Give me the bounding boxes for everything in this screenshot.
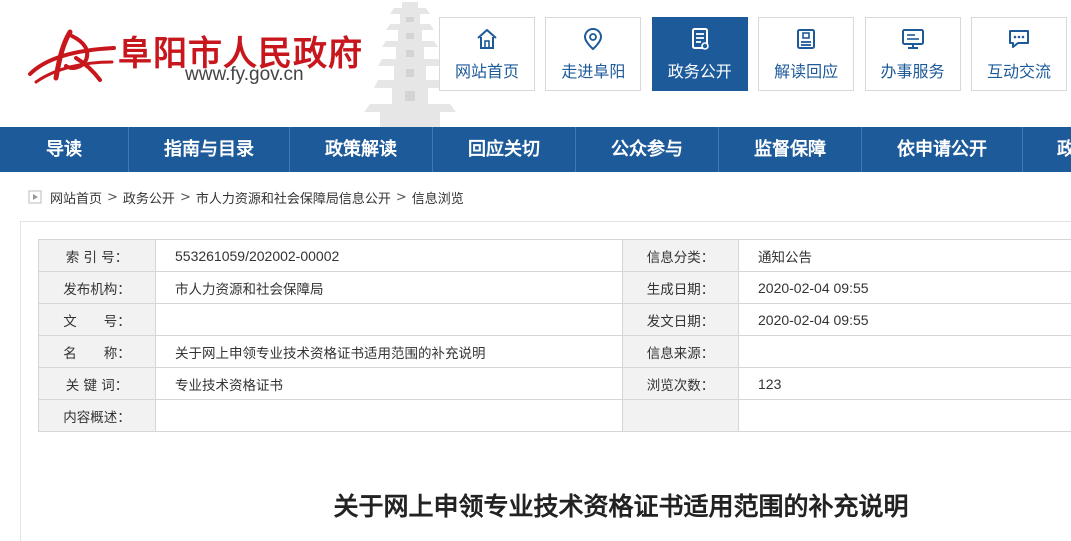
breadcrumb-separator: > (395, 189, 407, 205)
name-value: 关于网上申领专业技术资格证书适用范围的补充说明 (155, 335, 623, 368)
issued-date-label: 发文日期： (622, 303, 739, 336)
mainnav-policy-interpretation[interactable]: 政策解读 (290, 127, 432, 172)
topnav-about-label: 走进阜阳 (561, 62, 626, 81)
breadcrumb-gov-affairs[interactable]: 政务公开 (123, 188, 175, 207)
mainnav-on-request[interactable]: 依申请公开 (862, 127, 1022, 172)
document-list-icon (687, 26, 713, 52)
mainnav-supervision[interactable]: 监督保障 (719, 127, 861, 172)
document-number-label: 文 号： (38, 303, 156, 336)
site-url: www.fy.gov.cn (185, 64, 304, 85)
category-label: 信息分类： (622, 239, 739, 272)
topnav-interaction-label: 互动交流 (986, 62, 1051, 81)
table-row: 关 键 词： 专业技术资格证书 浏览次数： 123 (38, 367, 1071, 400)
mainnav-response[interactable]: 回应关切 (433, 127, 575, 172)
index-number-label: 索 引 号： (38, 239, 156, 272)
chat-bubble-icon (1006, 26, 1032, 52)
mainnav-overflow-item[interactable]: 政 (1027, 127, 1071, 172)
issued-date-value: 2020-02-04 09:55 (738, 303, 1071, 336)
keywords-value: 专业技术资格证书 (155, 367, 623, 400)
mainnav-directory[interactable]: 指南与目录 (129, 127, 289, 172)
topnav-home-label: 网站首页 (454, 62, 519, 81)
topnav-interpretation-label: 解读回应 (774, 62, 839, 81)
mainnav-divider (1022, 127, 1023, 172)
document-title: 关于网上申领专业技术资格证书适用范围的补充说明 (333, 492, 909, 521)
logo-emblem-icon (28, 29, 116, 84)
index-number-value: 553261059/202002-00002 (155, 239, 623, 272)
name-label: 名 称： (38, 335, 156, 368)
breadcrumb-icon (28, 190, 42, 204)
created-date-value: 2020-02-04 09:55 (738, 271, 1071, 304)
topnav-interaction[interactable]: 互动交流 (970, 17, 1067, 91)
document-number-value (155, 303, 623, 336)
breadcrumb: 网站首页 > 政务公开 > 市人力资源和社会保障局信息公开 > 信息浏览 (28, 186, 464, 208)
source-value (738, 335, 1071, 368)
keywords-label: 关 键 词： (38, 367, 156, 400)
breadcrumb-hr-bureau[interactable]: 市人力资源和社会保障局信息公开 (196, 188, 391, 207)
table-row: 内容概述： (38, 399, 1071, 432)
topnav-gov-affairs-open[interactable]: 政务公开 (651, 17, 748, 91)
mainnav-public-participation[interactable]: 公众参与 (576, 127, 718, 172)
empty-value-cell (738, 399, 1071, 432)
table-row: 名 称： 关于网上申领专业技术资格证书适用范围的补充说明 信息来源： (38, 335, 1071, 368)
view-count-value: 123 (738, 367, 1071, 400)
topnav-services[interactable]: 办事服务 (864, 17, 961, 91)
breadcrumb-home[interactable]: 网站首页 (50, 188, 102, 207)
topnav-gov-affairs-label: 政务公开 (667, 62, 732, 81)
table-row: 发布机构： 市人力资源和社会保障局 生成日期： 2020-02-04 09:55 (38, 271, 1071, 304)
publisher-value: 市人力资源和社会保障局 (155, 271, 623, 304)
info-metadata-table: 索 引 号： 553261059/202002-00002 信息分类： 通知公告… (38, 239, 1071, 432)
created-date-label: 生成日期： (622, 271, 739, 304)
table-row: 文 号： 发文日期： 2020-02-04 09:55 (38, 303, 1071, 336)
topnav-home[interactable]: 网站首页 (439, 17, 535, 91)
mainnav-guide[interactable]: 导读 (0, 127, 128, 172)
home-icon (474, 26, 500, 52)
source-label: 信息来源： (622, 335, 739, 368)
content-panel: 索 引 号： 553261059/202002-00002 信息分类： 通知公告… (20, 221, 1071, 541)
site-logo[interactable]: 阜阳市人民政府 www.fy.gov.cn (26, 22, 386, 102)
publisher-label: 发布机构： (38, 271, 156, 304)
topnav-about-fuyang[interactable]: 走进阜阳 (545, 17, 642, 91)
site-header: 阜阳市人民政府 www.fy.gov.cn 网站首页 走进阜阳 政务公开 解读回… (0, 0, 1071, 127)
topnav-interpretation[interactable]: 解读回应 (758, 17, 855, 91)
monitor-icon (900, 26, 926, 52)
main-nav-bar: 导读 指南与目录 政策解读 回应关切 公众参与 监督保障 依申请公开 政 (0, 127, 1071, 172)
table-row: 索 引 号： 553261059/202002-00002 信息分类： 通知公告 (38, 239, 1071, 272)
breadcrumb-separator: > (179, 189, 191, 205)
location-pin-icon (580, 26, 606, 52)
breadcrumb-current: 信息浏览 (411, 191, 464, 207)
category-value: 通知公告 (738, 239, 1071, 272)
summary-label: 内容概述： (38, 399, 156, 432)
notepad-icon (793, 26, 819, 52)
topnav-services-label: 办事服务 (880, 62, 945, 81)
summary-value (155, 399, 623, 432)
view-count-label: 浏览次数： (622, 367, 739, 400)
breadcrumb-separator: > (107, 189, 118, 205)
top-icon-nav: 网站首页 走进阜阳 政务公开 解读回应 办事服务 互动交流 (439, 17, 1071, 91)
empty-label-cell (622, 399, 739, 432)
